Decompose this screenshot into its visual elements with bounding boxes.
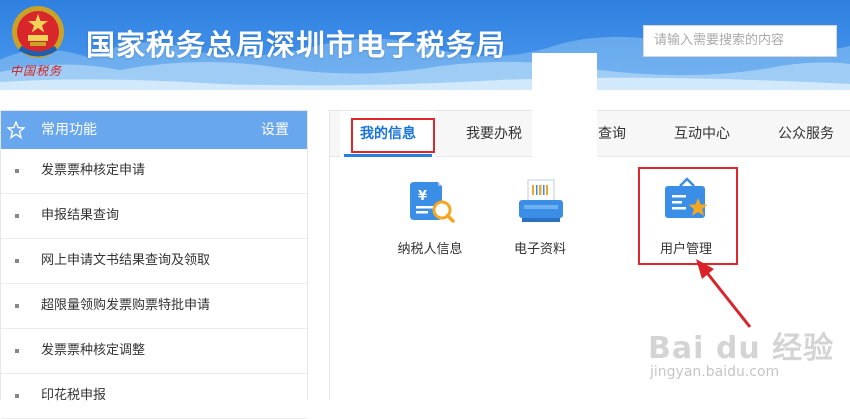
bullet-icon xyxy=(15,169,19,173)
tab-label: 互动中心 xyxy=(674,126,730,142)
bullet-icon xyxy=(15,214,19,218)
sidebar-item[interactable]: 发票票种核定申请 xyxy=(1,149,307,194)
star-icon xyxy=(7,121,25,139)
sidebar-item-label: 申报结果查询 xyxy=(41,208,120,223)
tax-emblem-logo xyxy=(12,6,64,58)
printer-icon xyxy=(519,179,563,222)
active-tab-underline xyxy=(344,154,432,157)
sidebar-item-label: 印花税申报 xyxy=(41,388,107,403)
sidebar-header: 常用功能 设置 xyxy=(1,111,307,149)
bullet-icon xyxy=(15,349,19,353)
tile-label: 电子资料 xyxy=(513,242,566,257)
site-title: 国家税务总局深圳市电子税务局 xyxy=(86,28,507,62)
sidebar-item[interactable]: 网上申请文书结果查询及领取 xyxy=(1,239,307,284)
svg-text:¥: ¥ xyxy=(418,189,427,204)
white-mask xyxy=(532,53,597,163)
tab-label: 公众服务 xyxy=(778,126,834,142)
user-management-icon xyxy=(665,177,708,218)
search-input[interactable]: 请输入需要搜索的内容 xyxy=(643,25,837,57)
settings-link[interactable]: 设置 xyxy=(261,111,289,149)
sidebar-item-label: 发票票种核定申请 xyxy=(41,163,146,178)
sidebar-item-label: 发票票种核定调整 xyxy=(41,343,146,358)
tile-taxpayer-info[interactable]: ¥ 纳税人信息 xyxy=(370,166,490,266)
watermark-url: jingyan.baidu.com xyxy=(650,364,780,380)
tab-label: 我要办税 xyxy=(466,126,522,142)
bullet-icon xyxy=(15,394,19,398)
tile-user-management[interactable]: 用户管理 xyxy=(626,166,746,266)
bullet-icon xyxy=(15,259,19,263)
tab-my-info[interactable]: 我的信息 xyxy=(340,111,436,157)
tile-label: 纳税人信息 xyxy=(397,242,463,257)
sidebar-item-label: 网上申请文书结果查询及领取 xyxy=(41,253,211,268)
site-header: 中国税务 国家税务总局深圳市电子税务局 请输入需要搜索的内容 xyxy=(0,0,850,90)
sidebar-item[interactable]: 超限量领购发票购票特批申请 xyxy=(1,284,307,329)
sidebar-item[interactable]: 发票票种核定调整 xyxy=(1,329,307,374)
sidebar-item[interactable]: 申报结果查询 xyxy=(1,194,307,239)
tab-public-service[interactable]: 公众服务 xyxy=(778,111,834,157)
sidebar-item[interactable]: 印花税申报 xyxy=(1,374,307,419)
bullet-icon xyxy=(15,304,19,308)
tile-electronic-data[interactable]: 电子资料 xyxy=(480,166,600,266)
tab-tax-handling[interactable]: 我要办税 xyxy=(466,111,522,157)
sidebar-title: 常用功能 xyxy=(41,122,97,138)
sidebar-item-label: 超限量领购发票购票特批申请 xyxy=(41,298,211,313)
common-functions-sidebar: 常用功能 设置 发票票种核定申请 申报结果查询 网上申请文书结果查询及领取 超限… xyxy=(0,110,308,419)
taxpayer-info-icon: ¥ xyxy=(410,182,455,223)
tab-label: 我的信息 xyxy=(360,126,416,142)
tab-interaction-center[interactable]: 互动中心 xyxy=(674,111,730,157)
watermark-logo: Bai du 经验 xyxy=(648,331,835,366)
emblem-caption: 中国税务 xyxy=(9,64,62,78)
